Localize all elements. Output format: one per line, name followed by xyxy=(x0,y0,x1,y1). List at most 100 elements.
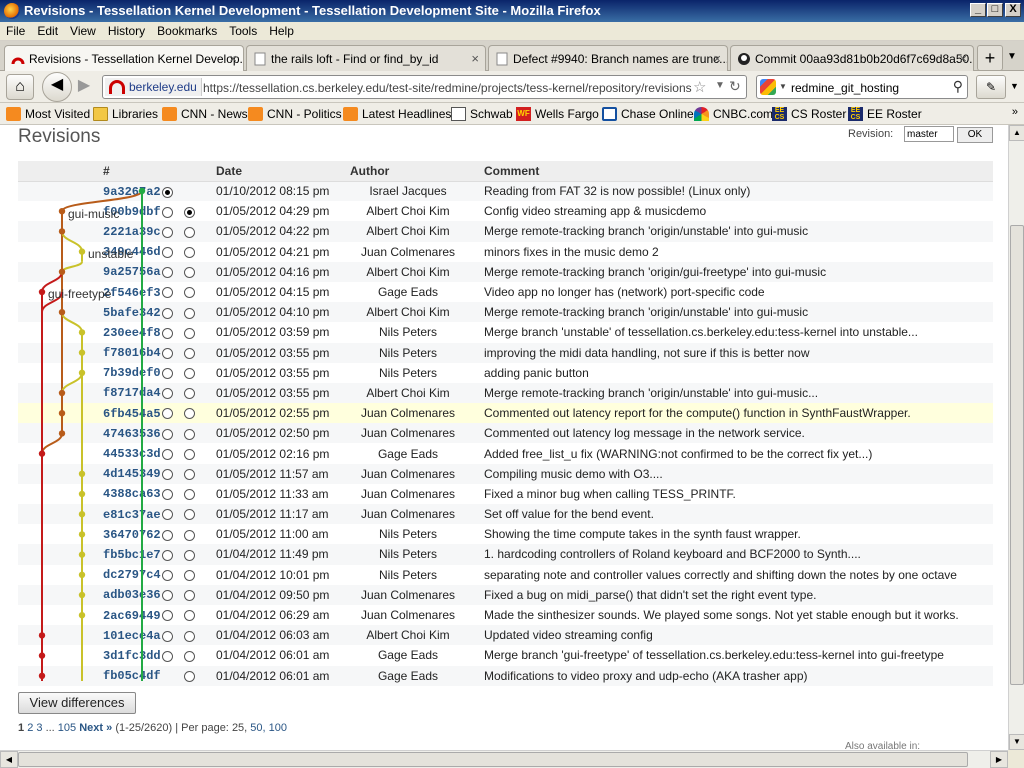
bookmark-ee-roster[interactable]: EE CS EE Roster xyxy=(848,107,922,121)
url-text[interactable]: https://tessellation.cs.berkeley.edu/tes… xyxy=(203,81,692,95)
revision-link[interactable]: 2ac69449 xyxy=(103,609,161,623)
scroll-left-arrow-icon[interactable]: ◀ xyxy=(0,751,18,768)
diff-from-radio[interactable] xyxy=(162,569,173,581)
revision-link[interactable]: 2221a39c xyxy=(103,225,161,239)
tab-close-icon[interactable]: × xyxy=(229,51,237,66)
revision-link[interactable]: 3d1fc3dd xyxy=(103,649,161,663)
tab-rails-loft[interactable]: the rails loft - Find or find_by_id × xyxy=(246,45,486,71)
revision-link[interactable]: 9a3267a2 xyxy=(103,185,161,199)
close-window-button[interactable]: X xyxy=(1005,3,1021,17)
diff-from-radio[interactable] xyxy=(162,246,173,258)
google-icon[interactable] xyxy=(760,79,776,95)
diff-to-radio[interactable] xyxy=(184,408,195,420)
revision-link[interactable]: 36470762 xyxy=(103,528,161,542)
toolbar-overflow-icon[interactable]: ▼ xyxy=(1010,81,1019,91)
page-link-3[interactable]: 3 xyxy=(36,722,42,734)
diff-from-radio[interactable] xyxy=(162,267,173,279)
diff-to-radio[interactable] xyxy=(184,469,195,481)
bookmarks-overflow-icon[interactable]: » xyxy=(1012,106,1018,118)
diff-from-radio[interactable] xyxy=(162,428,173,440)
site-identity[interactable]: berkeley.edu xyxy=(105,78,202,96)
revision-ok-button[interactable]: OK xyxy=(957,127,993,143)
diff-from-radio[interactable] xyxy=(162,509,173,521)
bookmark-libraries[interactable]: Libraries xyxy=(93,107,158,121)
search-magnifier-icon[interactable]: ⚲ xyxy=(953,78,963,95)
search-box[interactable]: ▼ redmine_git_hosting ⚲ xyxy=(756,75,968,99)
diff-to-radio[interactable] xyxy=(184,226,195,238)
revision-link[interactable]: fb05c4df xyxy=(103,669,161,683)
diff-from-radio[interactable] xyxy=(162,590,173,602)
bookmark-cnn-news[interactable]: CNN - News xyxy=(162,107,248,121)
url-bar[interactable]: berkeley.edu https://tessellation.cs.ber… xyxy=(102,75,747,99)
diff-to-radio[interactable] xyxy=(184,347,195,359)
bookmark-cnbc[interactable]: CNBC.com xyxy=(694,107,773,121)
home-button[interactable]: ⌂ xyxy=(6,74,34,100)
menu-edit[interactable]: Edit xyxy=(31,22,64,38)
menu-help[interactable]: Help xyxy=(263,22,300,38)
scroll-right-arrow-icon[interactable]: ▶ xyxy=(990,751,1008,768)
revision-link[interactable]: adb03e36 xyxy=(103,588,161,602)
diff-to-radio[interactable] xyxy=(184,630,195,642)
bookmark-cs-roster[interactable]: EE CS CS Roster xyxy=(772,107,846,121)
revision-link[interactable]: 2f546ef3 xyxy=(103,286,161,300)
diff-to-radio[interactable] xyxy=(184,206,195,218)
diff-to-radio[interactable] xyxy=(184,267,195,279)
revision-link[interactable]: 4d145349 xyxy=(103,467,161,481)
bookmark-wells-fargo[interactable]: WF Wells Fargo xyxy=(516,107,599,121)
diff-from-radio[interactable] xyxy=(162,469,173,481)
revision-link[interactable]: e81c37ae xyxy=(103,508,161,522)
reload-icon[interactable]: ↻ xyxy=(729,78,741,95)
revision-link[interactable]: 47463536 xyxy=(103,427,161,441)
diff-to-radio[interactable] xyxy=(184,590,195,602)
bookmark-star-icon[interactable]: ☆ xyxy=(693,78,706,96)
revision-link[interactable]: 44533c3d xyxy=(103,447,161,461)
vertical-scrollbar[interactable]: ▲ ▼ xyxy=(1008,125,1024,750)
diff-from-radio[interactable] xyxy=(162,630,173,642)
horizontal-scrollbar[interactable]: ◀ ▶ xyxy=(0,750,1008,768)
revision-link[interactable]: fb5bc1e7 xyxy=(103,548,161,562)
tab-close-icon[interactable]: × xyxy=(471,51,479,66)
revision-link[interactable]: dc2797c4 xyxy=(103,568,161,582)
diff-from-radio[interactable] xyxy=(162,388,173,400)
back-button[interactable]: ◀ xyxy=(42,72,72,102)
tab-list-chevron-icon[interactable]: ▼ xyxy=(1007,51,1017,62)
diff-from-radio[interactable] xyxy=(162,408,173,420)
maximize-button[interactable]: □ xyxy=(987,3,1003,17)
scroll-down-arrow-icon[interactable]: ▼ xyxy=(1009,734,1024,750)
horizontal-scroll-thumb[interactable] xyxy=(18,752,968,767)
revision-link[interactable]: 6fb454a5 xyxy=(103,407,161,421)
diff-from-radio[interactable] xyxy=(162,448,173,460)
view-differences-button[interactable]: View differences xyxy=(18,692,136,714)
revision-link[interactable]: 230ee4f8 xyxy=(103,326,161,340)
diff-from-radio[interactable] xyxy=(162,650,173,662)
diff-from-radio[interactable] xyxy=(162,206,173,218)
diff-to-radio[interactable] xyxy=(184,549,195,561)
revision-link[interactable]: f8717da4 xyxy=(103,386,161,400)
diff-from-radio[interactable] xyxy=(162,347,173,359)
diff-to-radio[interactable] xyxy=(184,327,195,339)
bookmark-schwab[interactable]: Schwab xyxy=(451,107,513,121)
menu-history[interactable]: History xyxy=(102,22,151,38)
next-page-link[interactable]: Next » xyxy=(79,722,112,734)
diff-to-radio[interactable] xyxy=(184,307,195,319)
revision-input[interactable] xyxy=(904,126,954,142)
search-input[interactable]: redmine_git_hosting xyxy=(791,81,899,95)
diff-from-radio[interactable] xyxy=(162,368,173,380)
diff-from-radio[interactable] xyxy=(162,307,173,319)
diff-from-radio[interactable] xyxy=(162,529,173,541)
diff-from-radio[interactable] xyxy=(162,327,173,339)
bookmark-cnn-politics[interactable]: CNN - Politics xyxy=(248,107,342,121)
diff-from-radio[interactable] xyxy=(162,610,173,622)
tab-defect[interactable]: Defect #9940: Branch names are trunc... … xyxy=(488,45,728,71)
diff-to-radio[interactable] xyxy=(184,670,195,682)
diff-to-radio[interactable] xyxy=(184,489,195,501)
scroll-up-arrow-icon[interactable]: ▲ xyxy=(1009,125,1024,141)
diff-from-radio[interactable] xyxy=(162,549,173,561)
diff-to-radio[interactable] xyxy=(184,246,195,258)
diff-from-radio[interactable] xyxy=(162,287,173,299)
diff-to-radio[interactable] xyxy=(184,650,195,662)
diff-to-radio[interactable] xyxy=(184,509,195,521)
tab-commit[interactable]: Commit 00aa93d81b0b20d6f7c69d8a50... × xyxy=(730,45,974,71)
page-link-last[interactable]: 105 xyxy=(58,722,76,734)
diff-to-radio[interactable] xyxy=(184,610,195,622)
